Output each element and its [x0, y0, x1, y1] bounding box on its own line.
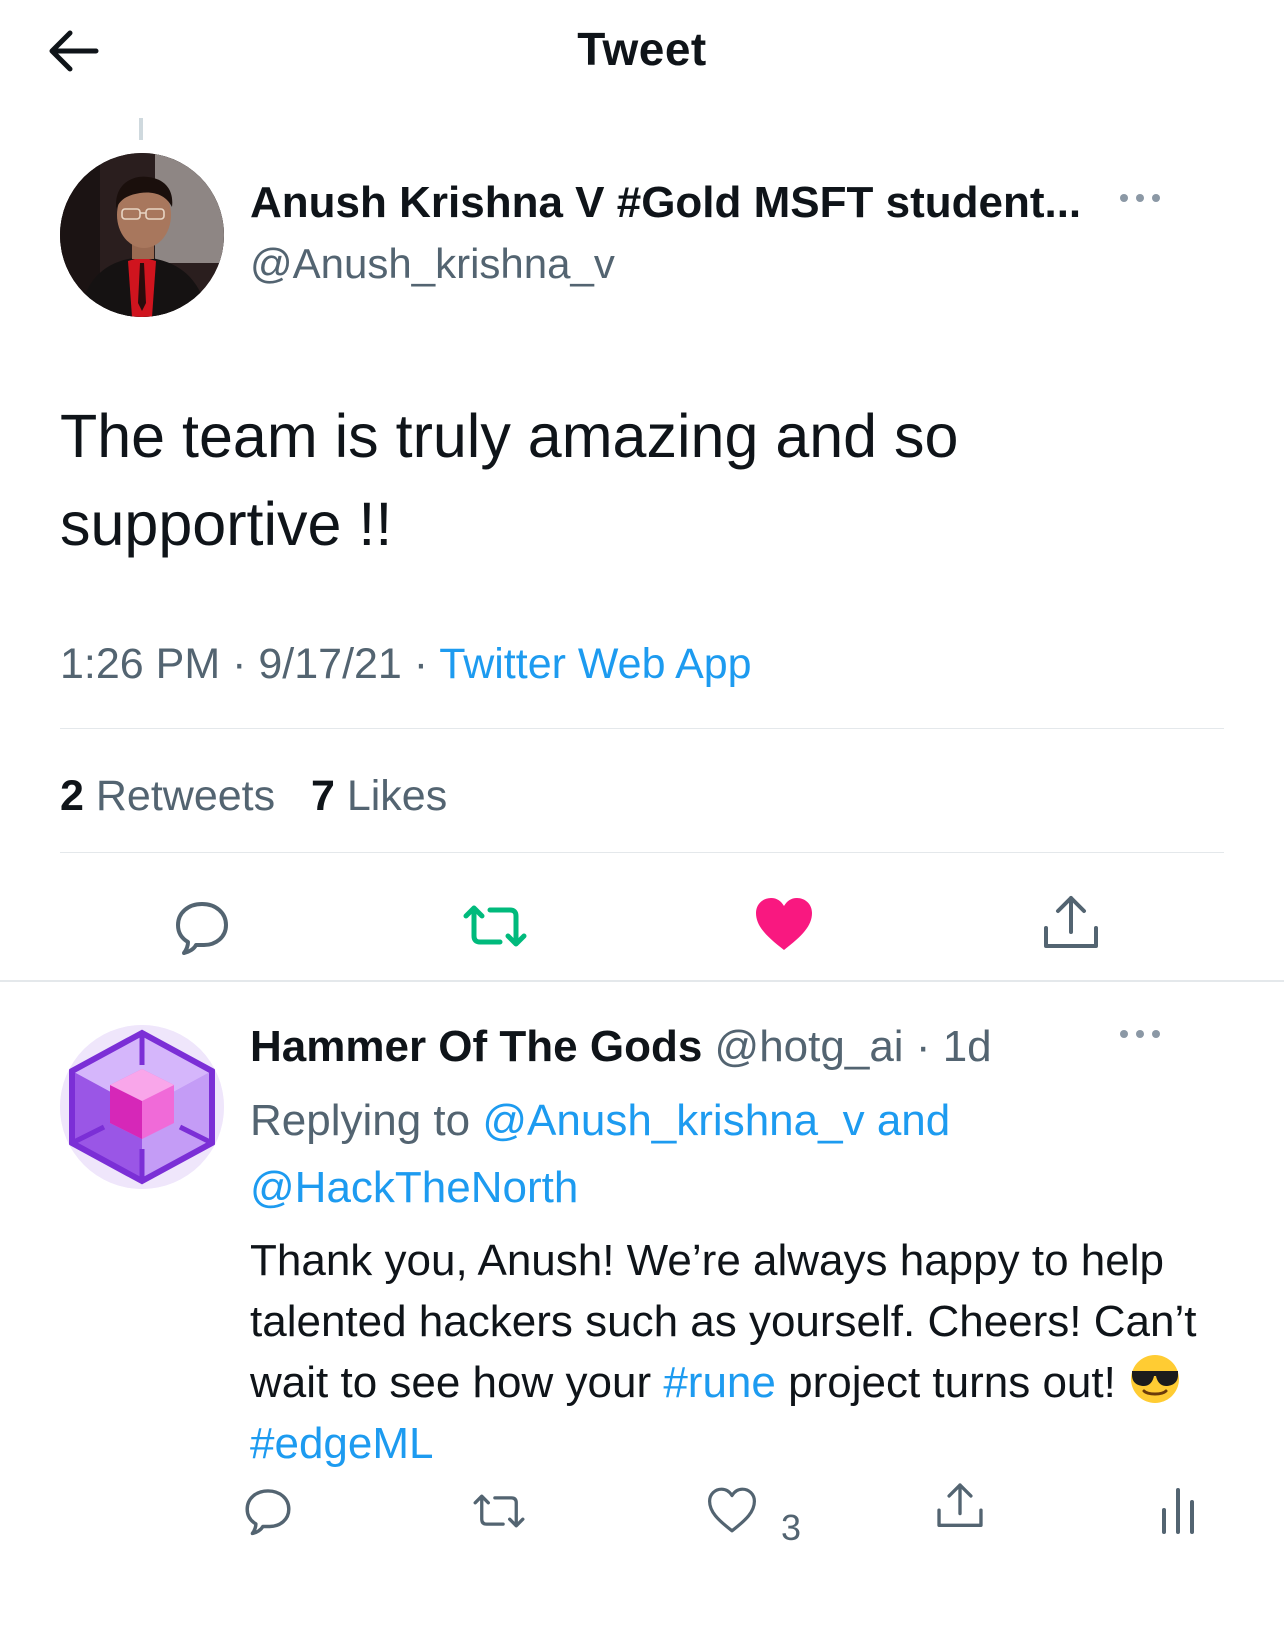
- reply-author-handle[interactable]: @hotg_ai: [715, 1022, 904, 1071]
- reply-bubble-icon: [176, 902, 228, 955]
- engagement-stats: 2 Retweets 7 Likes: [60, 772, 447, 821]
- reply-avatar[interactable]: [60, 1025, 224, 1189]
- meta-separator: ·: [232, 640, 247, 688]
- tweet-meta: 1:26 PM · 9/17/21 · Twitter Web App: [60, 640, 752, 689]
- likes-stat[interactable]: 7 Likes: [311, 772, 447, 820]
- reply-text: Thank you, Anush! We’re always happy to …: [250, 1230, 1250, 1474]
- tweet-time: 1:26 PM: [60, 640, 221, 688]
- reply-button[interactable]: [172, 896, 232, 961]
- tweet-source-link[interactable]: Twitter Web App: [439, 640, 751, 688]
- reply-header: Hammer Of The Gods @hotg_ai · 1d: [250, 1022, 992, 1072]
- reply-bubble-icon: [245, 1489, 291, 1536]
- reply-text-part2: project turns out!: [788, 1358, 1116, 1407]
- author-name[interactable]: Anush Krishna V #Gold MSFT student...: [250, 178, 1081, 228]
- mention-link[interactable]: @Anush_krishna_v: [482, 1096, 864, 1145]
- heart-outline-icon: [708, 1487, 756, 1533]
- replying-prefix: Replying to: [250, 1096, 471, 1145]
- more-horizontal-icon: [1120, 1030, 1160, 1038]
- share-icon: [937, 1483, 983, 1527]
- section-divider: [0, 980, 1284, 982]
- retweet-icon: [463, 905, 527, 947]
- divider: [60, 728, 1224, 729]
- mention-link[interactable]: @HackTheNorth: [250, 1163, 578, 1212]
- retweet-icon: [473, 1494, 525, 1528]
- reply-more-options-button[interactable]: [1116, 1022, 1164, 1046]
- reply-like-button[interactable]: [706, 1486, 758, 1539]
- tweet-text: The team is truly amazing and so support…: [60, 402, 959, 558]
- more-horizontal-icon: [1120, 194, 1160, 202]
- like-button[interactable]: [752, 894, 816, 959]
- hashtag-link[interactable]: #edgeML: [250, 1419, 433, 1468]
- reply-reply-button[interactable]: [242, 1484, 294, 1541]
- retweet-button[interactable]: [460, 898, 530, 959]
- likes-label: Likes: [346, 772, 448, 820]
- reply-retweet-button[interactable]: [470, 1488, 528, 1539]
- avatar[interactable]: [60, 153, 224, 317]
- meta-separator: ·: [413, 640, 429, 688]
- retweets-stat[interactable]: 2 Retweets: [60, 772, 275, 820]
- profile-photo: [60, 153, 224, 317]
- sunglasses-emoji-icon: [1126, 1353, 1184, 1405]
- replying-to: Replying to @Anush_krishna_v and @HackTh…: [250, 1087, 1250, 1221]
- share-icon: [1044, 896, 1098, 948]
- analytics-button[interactable]: [1158, 1486, 1198, 1539]
- replying-and[interactable]: and: [877, 1096, 950, 1145]
- hashtag-link[interactable]: #rune: [663, 1358, 776, 1407]
- reply-age[interactable]: 1d: [943, 1022, 992, 1071]
- more-options-button[interactable]: [1116, 186, 1164, 210]
- page-title: Tweet: [577, 23, 707, 75]
- cube-logo-icon: [60, 1025, 224, 1189]
- divider: [60, 852, 1224, 853]
- heart-filled-icon: [756, 898, 812, 950]
- meta-separator: ·: [915, 1022, 931, 1071]
- likes-count: 7: [310, 772, 335, 820]
- reply-like-count: 3: [781, 1507, 802, 1548]
- retweets-label: Retweets: [95, 772, 276, 820]
- reply-share-button[interactable]: [934, 1480, 986, 1537]
- retweets-count: 2: [60, 772, 84, 820]
- tweet-date: 9/17/21: [258, 640, 402, 688]
- top-bar: Tweet: [0, 0, 1284, 110]
- analytics-bars-icon: [1162, 1488, 1194, 1534]
- thread-connector: [139, 118, 143, 140]
- author-handle[interactable]: @Anush_krishna_v: [250, 240, 615, 288]
- reply-author-name[interactable]: Hammer Of The Gods: [250, 1022, 702, 1071]
- share-button[interactable]: [1040, 892, 1102, 959]
